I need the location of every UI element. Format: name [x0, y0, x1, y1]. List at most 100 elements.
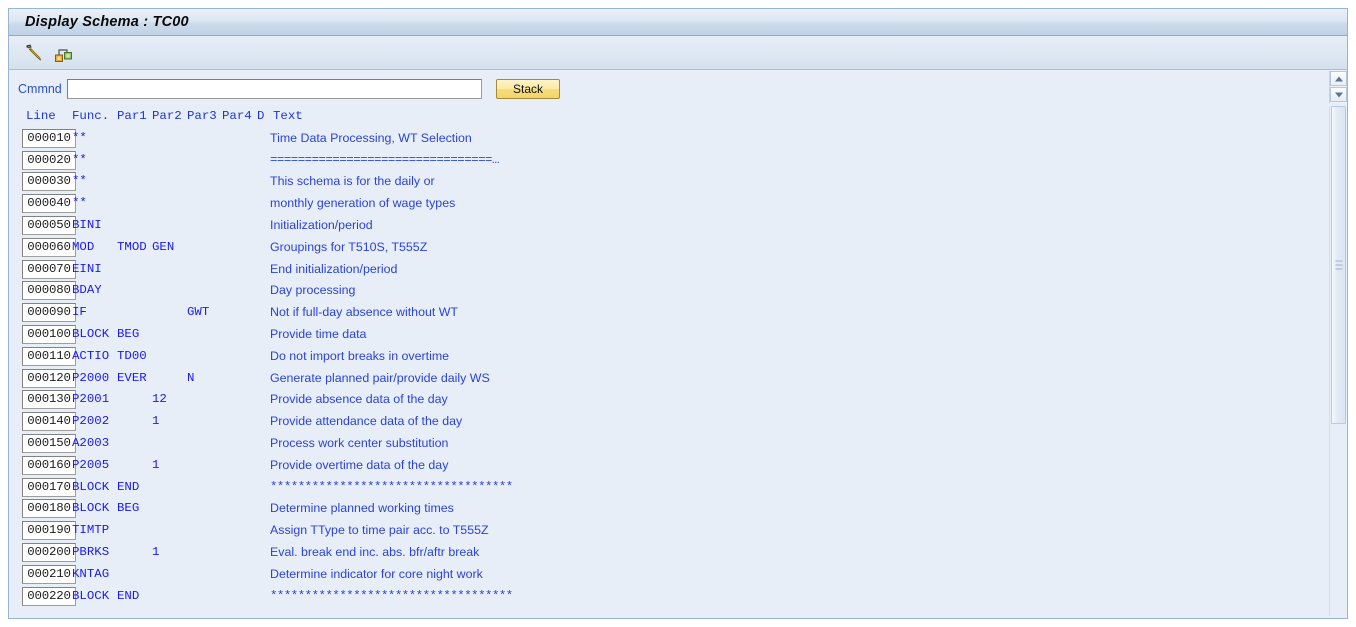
line-number-field[interactable]: 000180: [22, 499, 76, 519]
line-number-field[interactable]: 000090: [22, 303, 76, 323]
cell-par2[interactable]: 12: [152, 389, 167, 411]
table-row[interactable]: 000180 BLOCK BEG Determine planned working …: [9, 498, 1347, 520]
cell-text[interactable]: Not if full-day absence without WT: [270, 302, 458, 324]
cell-func[interactable]: IF: [72, 302, 87, 324]
cell-text[interactable]: ================================…: [270, 150, 499, 172]
table-row[interactable]: 000040 ** monthly generation of wage types: [9, 193, 1347, 215]
table-row[interactable]: 000100 BLOCK BEG Provide time data: [9, 324, 1347, 346]
cell-func[interactable]: A2003: [72, 433, 109, 455]
cell-text[interactable]: Determine planned working times: [270, 498, 454, 520]
table-row[interactable]: 000200 PBRKS 1 Eval. break end inc. abs. bf…: [9, 542, 1347, 564]
cell-text[interactable]: Do not import breaks in overtime: [270, 346, 449, 368]
cell-func[interactable]: KNTAG: [72, 564, 109, 586]
table-row[interactable]: 000010 ** Time Data Processing, WT Selecti…: [9, 128, 1347, 150]
vertical-scrollbar-thumb[interactable]: [1331, 106, 1346, 424]
table-row[interactable]: 000120 P2000 EVER N Generate planned pair/pr…: [9, 368, 1347, 390]
line-number-field[interactable]: 000080: [22, 281, 76, 301]
table-row[interactable]: 000130 P2001 12 Provide absence data of the…: [9, 389, 1347, 411]
cell-par1[interactable]: TMOD: [117, 237, 147, 259]
cell-text[interactable]: Generate planned pair/provide daily WS: [270, 368, 490, 390]
cell-par1[interactable]: BEG: [117, 324, 139, 346]
line-number-field[interactable]: 000200: [22, 542, 76, 562]
table-row[interactable]: 000030 ** This schema is for the daily or: [9, 171, 1347, 193]
table-row[interactable]: 000090 IF GWT Not if full-day absence witho…: [9, 302, 1347, 324]
cell-func[interactable]: P2005: [72, 455, 109, 477]
line-number-field[interactable]: 000190: [22, 521, 76, 541]
cell-text[interactable]: Determine indicator for core night work: [270, 564, 483, 586]
cell-text[interactable]: ***********************************: [270, 477, 513, 499]
cell-text[interactable]: Provide attendance data of the day: [270, 411, 462, 433]
table-row[interactable]: 000210 KNTAG Determine indicator for core …: [9, 564, 1347, 586]
cell-func[interactable]: PBRKS: [72, 542, 109, 564]
table-row[interactable]: 000220 BLOCK END **************************…: [9, 586, 1347, 608]
line-number-field[interactable]: 000210: [22, 564, 76, 584]
cell-text[interactable]: Provide time data: [270, 324, 366, 346]
cell-func[interactable]: **: [72, 150, 87, 172]
line-number-field[interactable]: 000130: [22, 390, 76, 410]
line-number-field[interactable]: 000110: [22, 346, 76, 366]
cell-text[interactable]: Time Data Processing, WT Selection: [270, 128, 472, 150]
cell-text[interactable]: Groupings for T510S, T555Z: [270, 237, 427, 259]
cell-func[interactable]: MOD: [72, 237, 94, 259]
cell-func[interactable]: **: [72, 128, 87, 150]
cell-text[interactable]: Process work center substitution: [270, 433, 448, 455]
table-row[interactable]: 000050 BINI Initialization/period: [9, 215, 1347, 237]
command-input[interactable]: [67, 79, 482, 99]
cell-text[interactable]: monthly generation of wage types: [270, 193, 455, 215]
table-row[interactable]: 000170 BLOCK END **************************…: [9, 477, 1347, 499]
cell-text[interactable]: Eval. break end inc. abs. bfr/aftr break: [270, 542, 479, 564]
cell-text[interactable]: ***********************************: [270, 586, 513, 608]
table-row[interactable]: 000080 BDAY Day processing: [9, 280, 1347, 302]
line-number-field[interactable]: 000060: [22, 237, 76, 257]
cell-func[interactable]: BINI: [72, 215, 102, 237]
line-number-field[interactable]: 000150: [22, 433, 76, 453]
cell-text[interactable]: Assign TType to time pair acc. to T555Z: [270, 520, 489, 542]
table-row[interactable]: 000160 P2005 1 Provide overtime data of the…: [9, 455, 1347, 477]
line-number-field[interactable]: 000170: [22, 477, 76, 497]
cell-func[interactable]: P2002: [72, 411, 109, 433]
cell-par2[interactable]: 1: [152, 411, 159, 433]
edit-pencil-icon[interactable]: [23, 43, 45, 63]
line-number-field[interactable]: 000020: [22, 150, 76, 170]
line-number-field[interactable]: 000220: [22, 586, 76, 606]
line-number-field[interactable]: 000050: [22, 215, 76, 235]
cell-par2[interactable]: GEN: [152, 237, 174, 259]
table-row[interactable]: 000140 P2002 1 Provide attendance data of t…: [9, 411, 1347, 433]
cell-text[interactable]: Initialization/period: [270, 215, 373, 237]
cell-func[interactable]: **: [72, 171, 87, 193]
cell-func[interactable]: P2001: [72, 389, 109, 411]
cell-func[interactable]: **: [72, 193, 87, 215]
cell-text[interactable]: Provide absence data of the day: [270, 389, 448, 411]
vertical-scrollbar-track[interactable]: [1329, 106, 1346, 616]
cell-par3[interactable]: N: [187, 368, 194, 390]
cell-par2[interactable]: 1: [152, 455, 159, 477]
line-number-field[interactable]: 000140: [22, 412, 76, 432]
table-row[interactable]: 000070 EINI End initialization/period: [9, 259, 1347, 281]
cell-par1[interactable]: TD00: [117, 346, 147, 368]
scroll-up-button[interactable]: [1330, 71, 1347, 86]
cell-par3[interactable]: GWT: [187, 302, 209, 324]
table-row[interactable]: 000190 TIMTP Assign TType to time pair acc…: [9, 520, 1347, 542]
cell-par1[interactable]: END: [117, 477, 139, 499]
cell-func[interactable]: EINI: [72, 259, 102, 281]
cell-text[interactable]: Provide overtime data of the day: [270, 455, 448, 477]
cell-par1[interactable]: EVER: [117, 368, 147, 390]
cell-func[interactable]: BLOCK: [72, 324, 109, 346]
cell-text[interactable]: End initialization/period: [270, 259, 397, 281]
cell-par1[interactable]: BEG: [117, 498, 139, 520]
cell-func[interactable]: BLOCK: [72, 586, 109, 608]
cell-func[interactable]: BLOCK: [72, 498, 109, 520]
line-number-field[interactable]: 000040: [22, 194, 76, 214]
line-number-field[interactable]: 000100: [22, 324, 76, 344]
cell-func[interactable]: BDAY: [72, 280, 102, 302]
line-number-field[interactable]: 000030: [22, 172, 76, 192]
line-number-field[interactable]: 000010: [22, 128, 76, 148]
cell-par2[interactable]: 1: [152, 542, 159, 564]
line-number-field[interactable]: 000070: [22, 259, 76, 279]
cell-func[interactable]: ACTIO: [72, 346, 109, 368]
table-row[interactable]: 000110 ACTIO TD00 Do not import breaks in o…: [9, 346, 1347, 368]
cell-text[interactable]: This schema is for the daily or: [270, 171, 435, 193]
line-number-field[interactable]: 000120: [22, 368, 76, 388]
stack-button[interactable]: Stack: [496, 79, 560, 99]
line-number-field[interactable]: 000160: [22, 455, 76, 475]
